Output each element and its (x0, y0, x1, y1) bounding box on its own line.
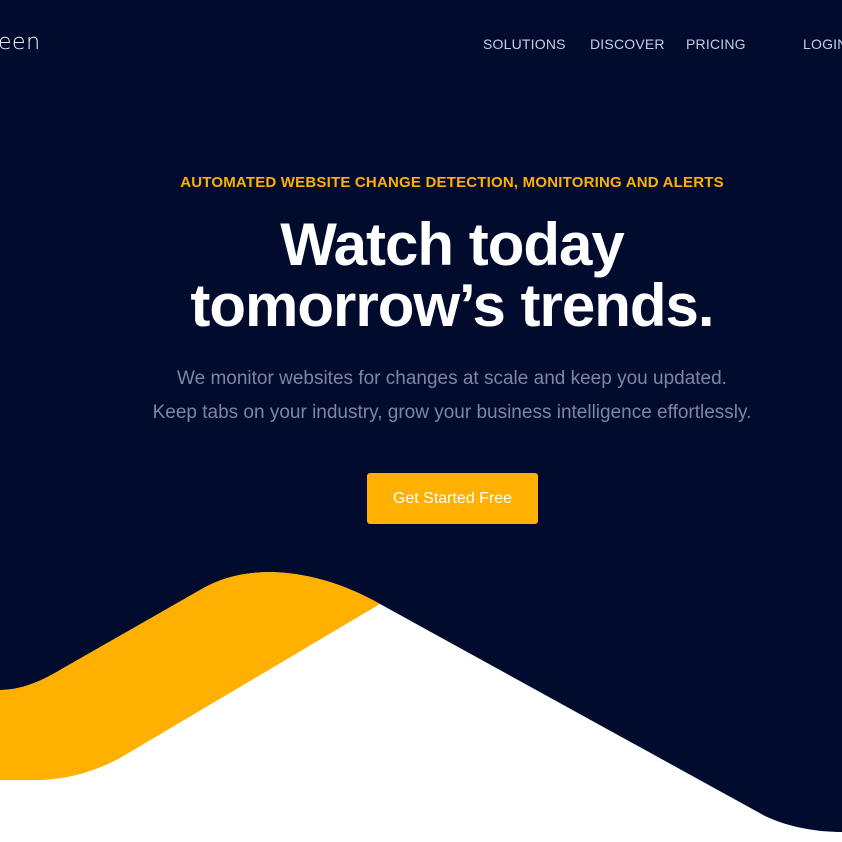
nav-pricing[interactable]: PRICING (686, 36, 746, 54)
hero-subtitle-line-1: We monitor websites for changes at scale… (177, 368, 727, 389)
nav-login[interactable]: LOGIN (803, 36, 842, 54)
get-started-button[interactable]: Get Started Free (367, 473, 538, 524)
hero-headline-line-2: tomorrow’s trends. (190, 272, 714, 339)
hero-subtitle-line-2: Keep tabs on your industry, grow your bu… (152, 402, 752, 423)
nav-solutions[interactable]: SOLUTIONS (483, 36, 566, 54)
nav-discover[interactable]: DISCOVER (590, 36, 665, 54)
landing-page: een SOLUTIONS DISCOVER PRICING LOGIN AUT… (0, 0, 842, 842)
hero-subtitle: We monitor websites for changes at scale… (0, 362, 842, 430)
hero-headline-line-1: Watch today (280, 211, 624, 278)
hero-eyebrow: AUTOMATED WEBSITE CHANGE DETECTION, MONI… (180, 174, 724, 191)
hero-headline: Watch today tomorrow’s trends. (0, 214, 842, 336)
logo[interactable]: een (0, 30, 41, 55)
